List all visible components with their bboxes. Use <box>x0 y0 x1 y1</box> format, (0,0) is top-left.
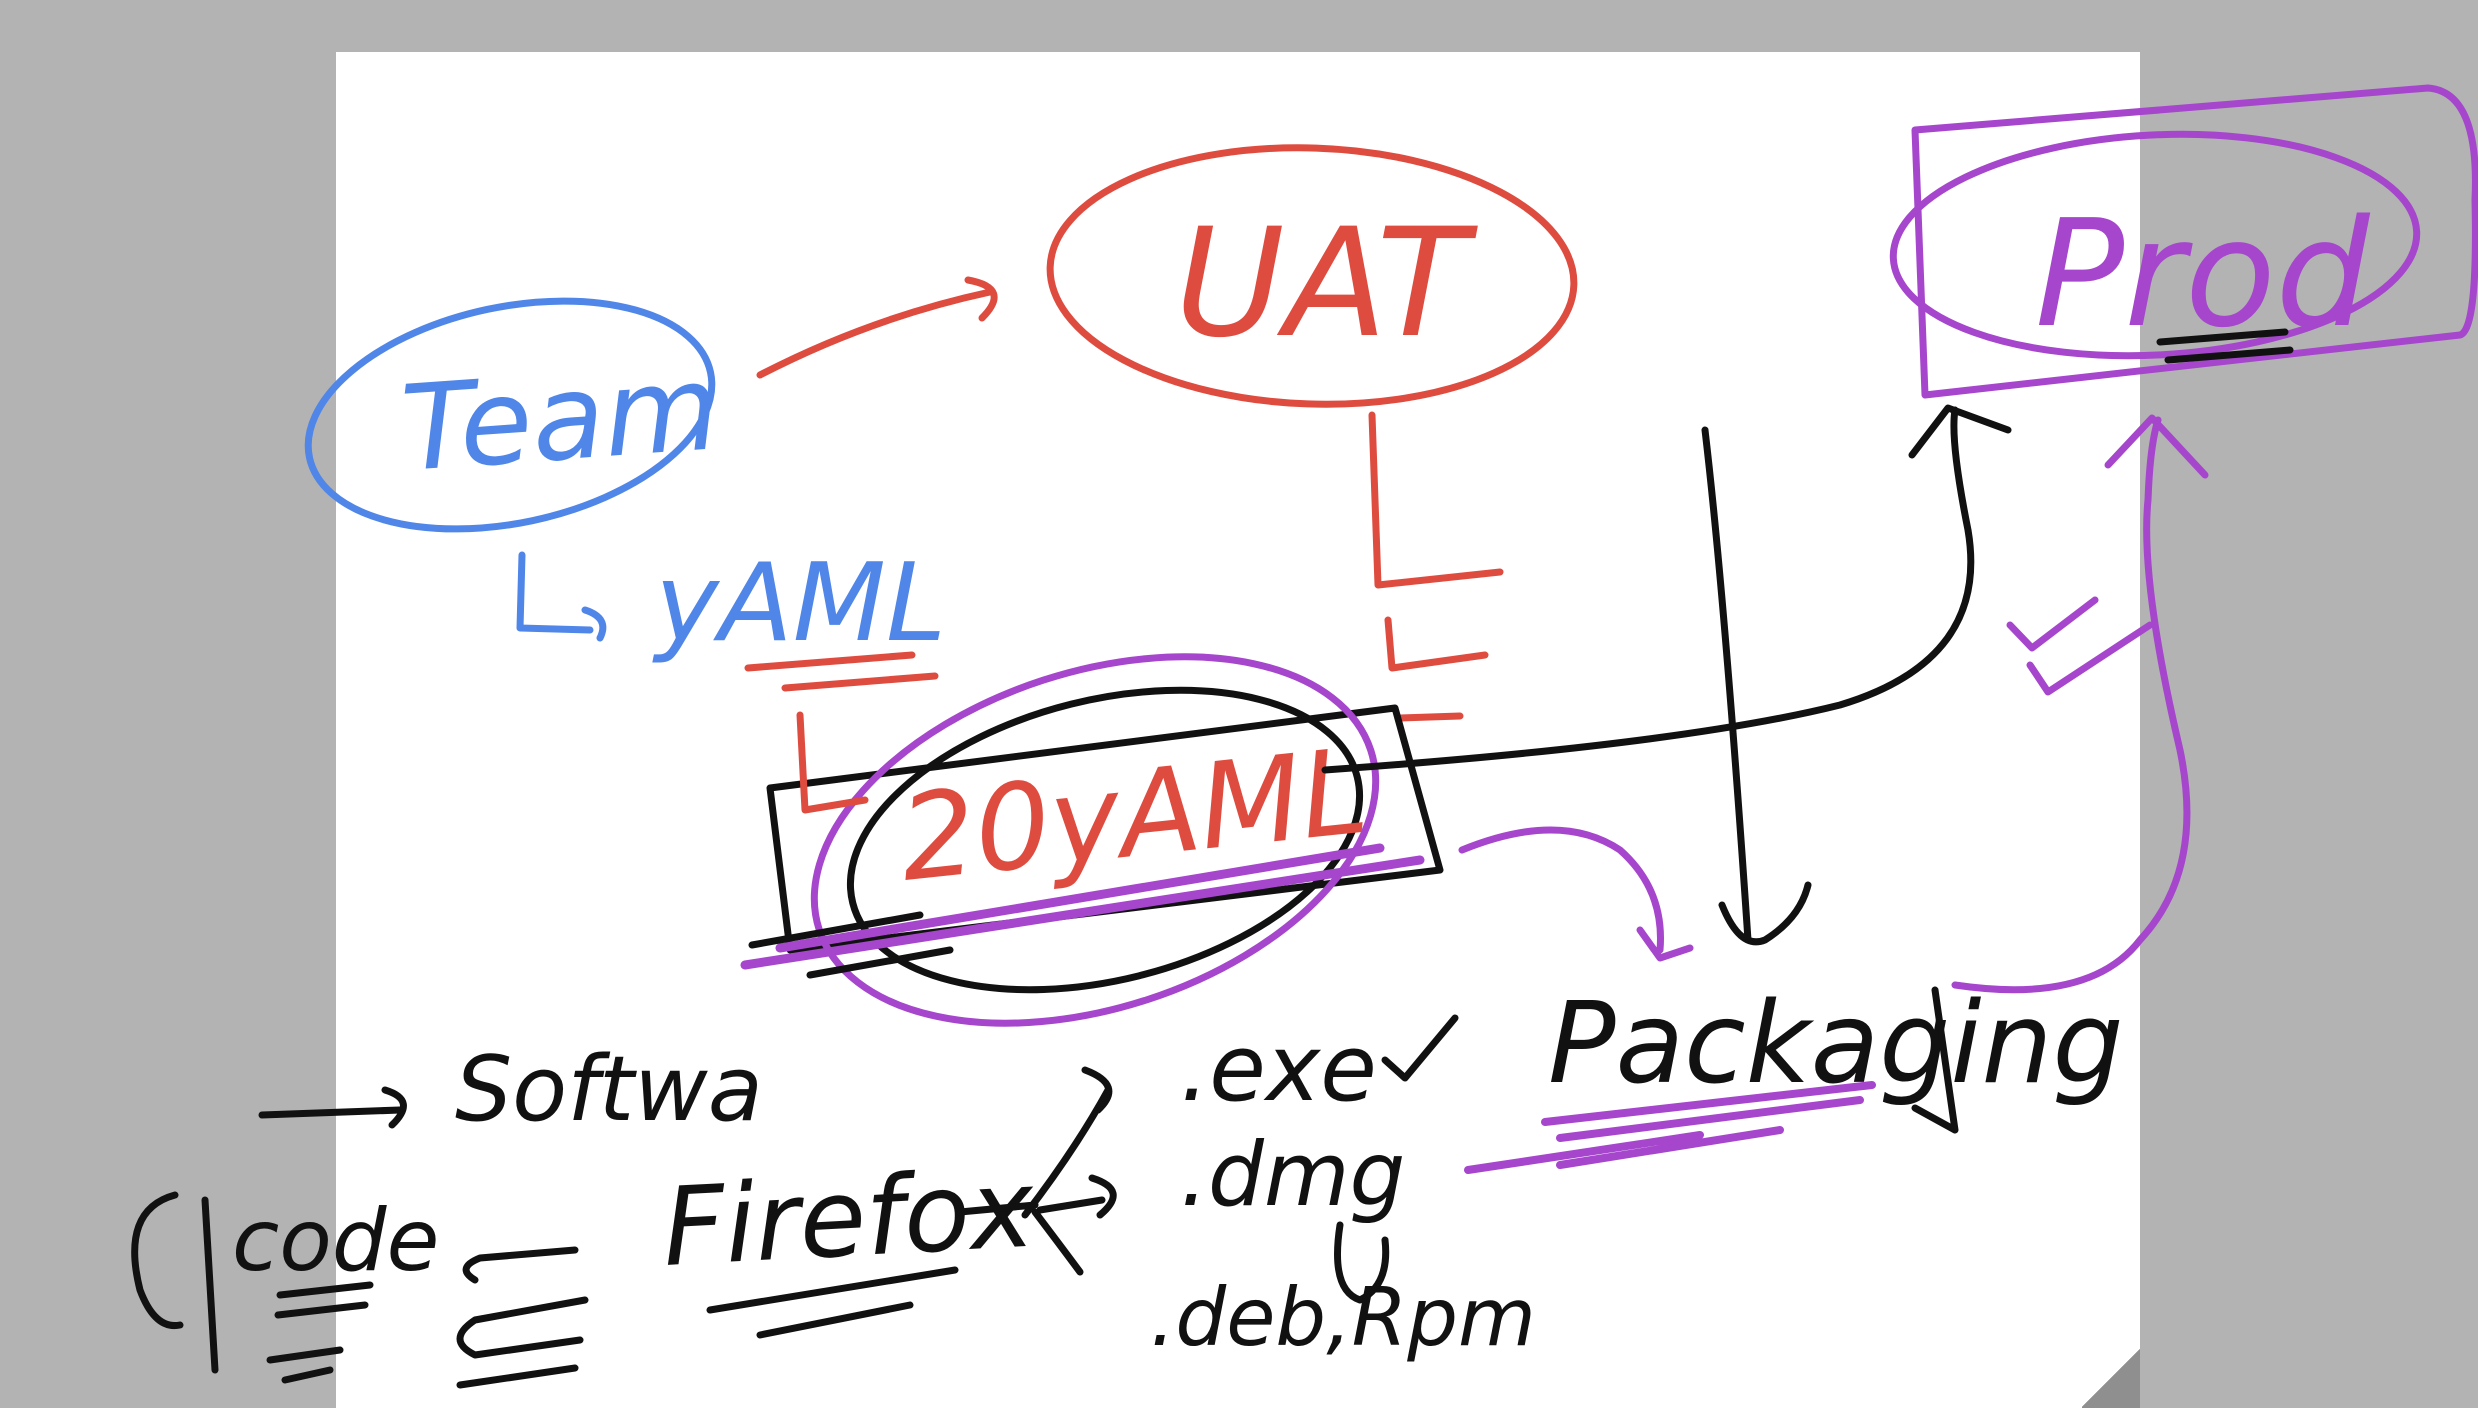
extensions-note: .exe .dmg .deb,Rpm <box>1150 1014 1536 1364</box>
ext-exe-label: .exe <box>1180 1015 1377 1122</box>
code-note: code <box>131 1191 589 1389</box>
team-label: Team <box>397 338 723 498</box>
firefox-label: Firefox <box>660 1147 1038 1291</box>
uat-down-line <box>1368 411 1504 722</box>
ink-canvas[interactable]: Team yAML UAT 20yAML Prod Packaging Soft… <box>0 0 2478 1408</box>
ext-exe-check <box>1381 1014 1459 1082</box>
code-label: code <box>232 1191 439 1291</box>
whiteboard-stage: Team yAML UAT 20yAML Prod Packaging Soft… <box>0 0 2478 1408</box>
down-to-packaging-arrow <box>1701 426 1812 946</box>
packaging-to-prod-arrow <box>1951 414 2209 994</box>
ext-dmg-label: .dmg <box>1180 1123 1405 1226</box>
ext-deb-rpm-label: .deb,Rpm <box>1150 1271 1536 1364</box>
team-to-uat-arrow <box>756 276 998 379</box>
yaml-to-packaging-arrow <box>1458 826 1694 962</box>
code-bracket <box>131 1191 219 1374</box>
team-yaml-arrow <box>516 551 607 642</box>
team-yaml-note: yAML <box>516 541 946 666</box>
prod-label: Prod <box>2035 188 2371 360</box>
packaging-node: Packaging <box>1464 979 2124 1174</box>
prod-check-mark <box>2006 596 2154 696</box>
software-label: Softwa <box>455 1037 763 1142</box>
uat-node: UAT <box>1046 144 1578 408</box>
code-arrows <box>456 1246 589 1389</box>
code-underlines <box>266 1281 374 1384</box>
software-arrow <box>258 1086 407 1129</box>
prod-node: Prod <box>1889 84 2478 399</box>
team-yaml-label: yAML <box>652 541 946 666</box>
team-node: Team <box>304 297 724 533</box>
uat-label: UAT <box>1175 197 1478 371</box>
software-note: Softwa <box>258 1037 763 1142</box>
